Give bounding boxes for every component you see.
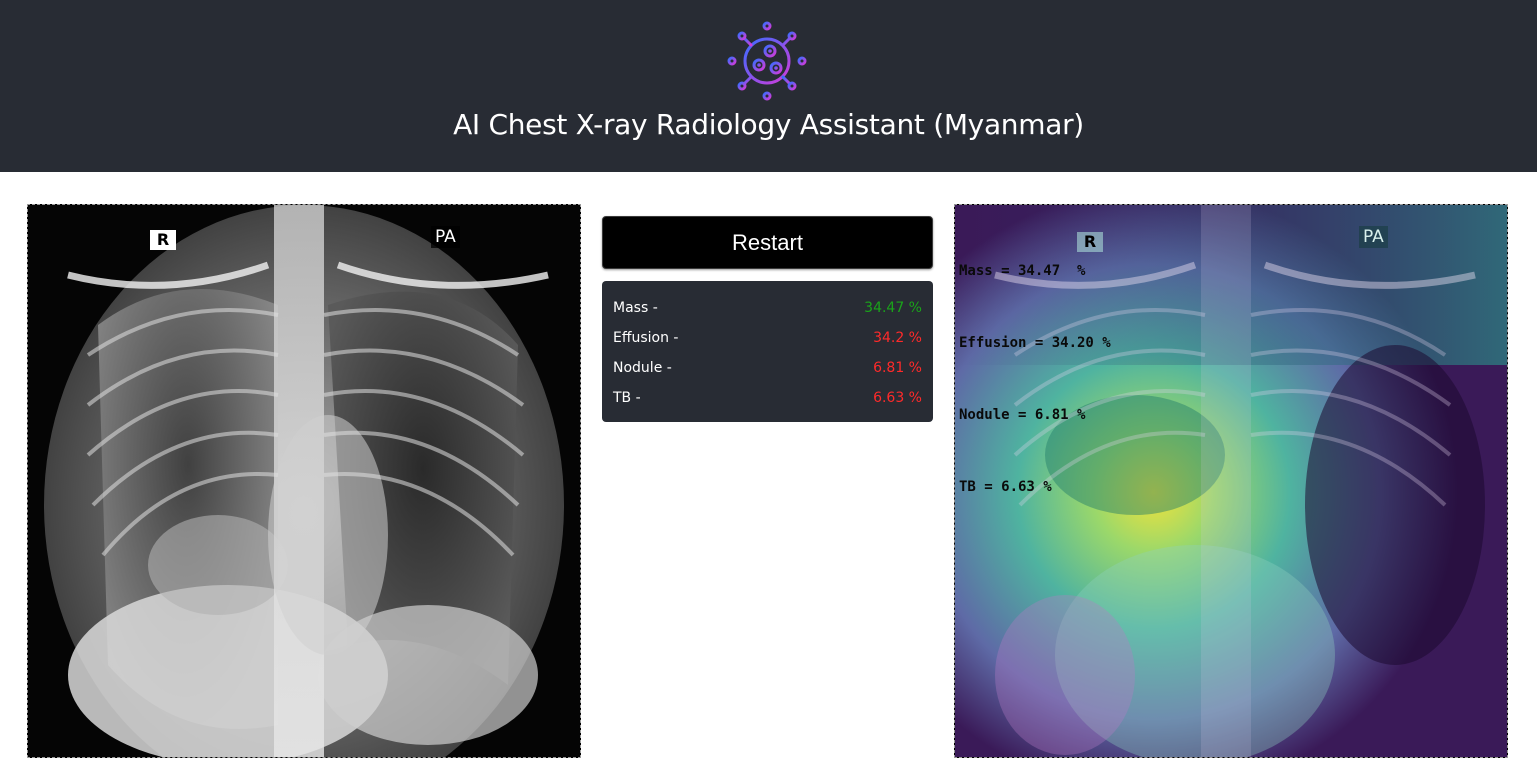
result-label: Effusion - bbox=[613, 330, 679, 346]
overlay-line: Nodule = 6.81 % bbox=[959, 407, 1086, 423]
virus-icon bbox=[727, 21, 807, 101]
app-header: AI Chest X-ray Radiology Assistant (Myan… bbox=[0, 0, 1537, 172]
overlay-line: Mass = 34.47 % bbox=[959, 263, 1086, 279]
result-row-effusion: Effusion - 34.2 % bbox=[613, 323, 922, 353]
result-label: Mass - bbox=[613, 300, 658, 316]
prediction-results-panel: Mass - 34.47 % Effusion - 34.2 % Nodule … bbox=[602, 281, 933, 422]
result-label: Nodule - bbox=[613, 360, 672, 376]
overlay-line: TB = 6.63 % bbox=[959, 479, 1052, 495]
xray-picture bbox=[28, 205, 580, 757]
restart-button[interactable]: Restart bbox=[602, 216, 933, 269]
overlay-line: Effusion = 34.20 % bbox=[959, 335, 1111, 351]
result-value: 6.63 % bbox=[873, 390, 922, 406]
result-row-tb: TB - 6.63 % bbox=[613, 383, 922, 413]
result-row-mass: Mass - 34.47 % bbox=[613, 293, 922, 323]
result-value: 34.47 % bbox=[864, 300, 922, 316]
pa-view-marker: PA bbox=[1359, 226, 1388, 248]
right-side-marker: R bbox=[150, 230, 176, 250]
page-title: AI Chest X-ray Radiology Assistant (Myan… bbox=[453, 108, 1084, 141]
heatmap-xray-image: R PA Mass = 34.47 % Effusion = 34.20 % N… bbox=[954, 204, 1508, 758]
result-label: TB - bbox=[613, 390, 641, 406]
original-xray-image: R PA bbox=[27, 204, 581, 758]
heatmap-prediction-overlay: Mass = 34.47 % Effusion = 34.20 % Nodule… bbox=[959, 211, 1111, 547]
result-value: 6.81 % bbox=[873, 360, 922, 376]
result-value: 34.2 % bbox=[873, 330, 922, 346]
result-row-nodule: Nodule - 6.81 % bbox=[613, 353, 922, 383]
pa-view-marker: PA bbox=[431, 226, 460, 248]
